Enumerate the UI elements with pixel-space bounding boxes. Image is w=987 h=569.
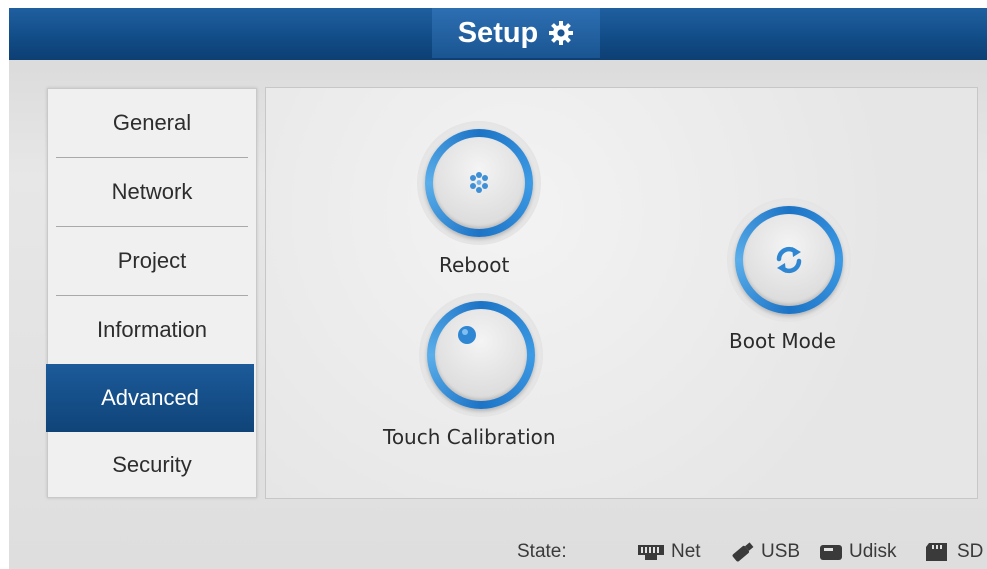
boot-mode-label: Boot Mode: [729, 329, 836, 353]
state-label: State:: [517, 534, 567, 569]
boot-mode-button[interactable]: [727, 198, 851, 322]
status-sd-label: SD: [957, 540, 984, 562]
state-label-text: State:: [517, 540, 567, 562]
advanced-panel: Reboot Touch Calibration Boot Mode: [265, 87, 978, 499]
nav-item-network[interactable]: Network: [48, 158, 256, 226]
nav-item-security[interactable]: Security: [48, 433, 256, 497]
knob-face: [743, 214, 835, 306]
setup-screen: Setup General Network Project Informatio…: [9, 8, 987, 569]
status-udisk-label: Udisk: [849, 540, 897, 562]
nav-item-label: Advanced: [101, 385, 199, 410]
touch-calibration-button[interactable]: [419, 293, 543, 417]
status-sd: SD: [925, 534, 983, 569]
status-udisk: Udisk: [819, 534, 897, 569]
knob-face: [435, 309, 527, 401]
gear-icon: [548, 20, 574, 46]
usb-icon: [732, 541, 754, 561]
nav-item-label: Network: [111, 179, 193, 204]
status-usb-label: USB: [761, 540, 801, 562]
nav-item-information[interactable]: Information: [48, 296, 256, 364]
calibration-dot-icon: [458, 326, 476, 344]
refresh-icon: [776, 246, 802, 274]
header-bar: Setup: [9, 8, 987, 60]
page-title: Setup: [432, 8, 600, 58]
ethernet-icon: [638, 544, 664, 560]
settings-nav: General Network Project Information Adva…: [46, 88, 257, 498]
reboot-label: Reboot: [439, 253, 510, 277]
status-bar: State: Net USB Udisk SD: [9, 534, 987, 569]
reboot-button[interactable]: [417, 121, 541, 245]
touch-calibration-label: Touch Calibration: [383, 425, 556, 449]
status-net-label: Net: [671, 540, 701, 562]
nav-item-label: Project: [117, 248, 187, 273]
reboot-icon: [470, 172, 488, 193]
knob-face: [433, 137, 525, 229]
nav-item-project[interactable]: Project: [48, 227, 256, 295]
status-net: Net: [637, 534, 701, 569]
udisk-icon: [820, 544, 842, 560]
nav-item-advanced[interactable]: Advanced: [46, 364, 254, 432]
status-usb: USB: [729, 534, 800, 569]
nav-item-label: Information: [96, 317, 208, 342]
nav-item-label: General: [112, 110, 192, 135]
sd-card-icon: [926, 542, 947, 561]
nav-item-general[interactable]: General: [48, 89, 256, 157]
page-title-text: Setup: [457, 16, 539, 49]
nav-item-label: Security: [112, 452, 192, 477]
